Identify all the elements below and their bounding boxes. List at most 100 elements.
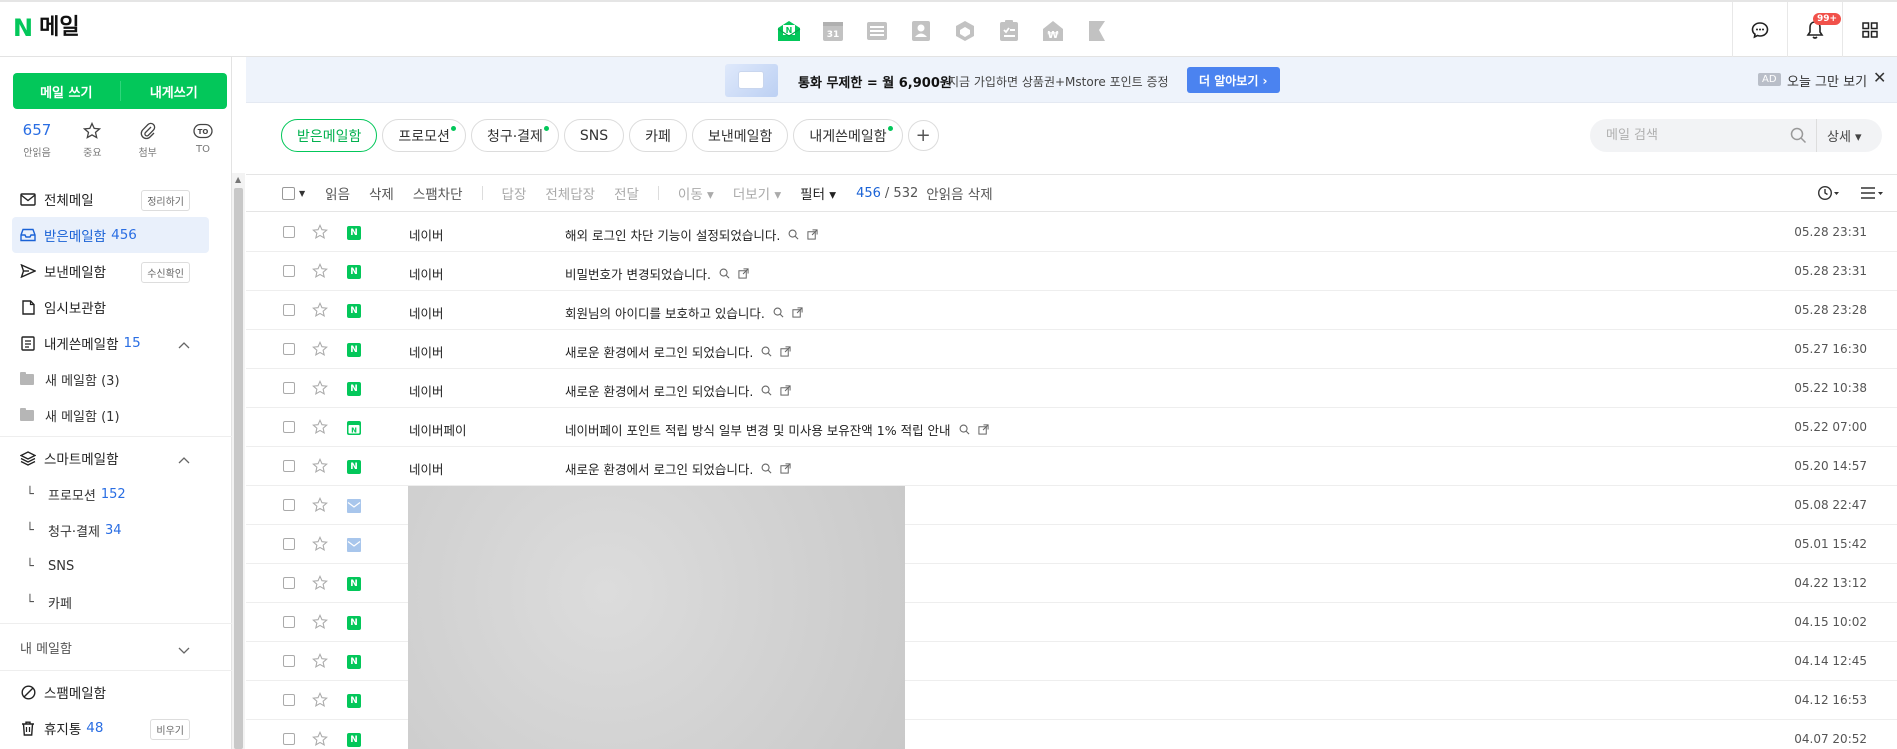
bookmark-app-icon[interactable]	[1084, 18, 1110, 44]
chevron-up-icon[interactable]	[178, 337, 190, 353]
delete-button[interactable]: 삭제	[369, 183, 394, 203]
smart-promotion[interactable]: └ 프로모션 152	[0, 476, 232, 512]
mail-row[interactable]: N 네이버페이 네이버페이 포인트 적립 방식 일부 변경 및 미사용 보유잔액 1…	[246, 408, 1897, 447]
sidebar-scrollbar[interactable]: ▲	[232, 173, 245, 749]
smart-billing[interactable]: └ 청구·결제 34	[0, 512, 232, 548]
tab-sent[interactable]: 보낸메일함	[691, 119, 789, 152]
nav-inbox[interactable]: 받은메일함 456	[12, 217, 209, 253]
search-detail-button[interactable]: 상세 ▾	[1816, 119, 1862, 152]
write-self-button[interactable]: 내게쓰기	[121, 73, 228, 109]
mail-checkbox[interactable]	[283, 577, 295, 589]
forward-button[interactable]: 전달	[614, 183, 639, 203]
mail-subject[interactable]: 새로운 환경에서 로그인 되었습니다.	[565, 342, 791, 361]
mark-read-button[interactable]: 읽음	[325, 183, 350, 203]
quick-important[interactable]: 중요	[68, 121, 116, 159]
star-icon[interactable]	[312, 458, 328, 477]
open-new-window-icon[interactable]	[792, 307, 803, 318]
nav-drafts[interactable]: 임시보관함	[0, 289, 232, 325]
open-new-window-icon[interactable]	[780, 463, 791, 474]
star-icon[interactable]	[312, 692, 328, 711]
nav-self-mail[interactable]: 내게쓴메일함 15	[0, 325, 232, 361]
open-new-window-icon[interactable]	[780, 346, 791, 357]
open-new-window-icon[interactable]	[807, 229, 818, 240]
mail-checkbox[interactable]	[283, 226, 295, 238]
subfolder-new-2[interactable]: 새 메일함 (1)	[0, 397, 232, 433]
mail-subject[interactable]: 네이버페이 포인트 적립 방식 일부 변경 및 미사용 보유잔액 1% 적립 안…	[565, 420, 989, 439]
move-button[interactable]: 이동 ▾	[678, 183, 714, 203]
preview-search-icon[interactable]	[719, 268, 730, 279]
notification-button[interactable]: 99+	[1787, 2, 1842, 57]
ad-learn-more-button[interactable]: 더 알아보기 ›	[1187, 67, 1280, 93]
sort-clock-icon[interactable]	[1817, 185, 1841, 205]
tab-billing[interactable]: 청구·결제	[470, 119, 559, 152]
select-all-checkbox[interactable]	[282, 186, 295, 200]
mail-checkbox[interactable]	[283, 265, 295, 277]
mail-checkbox[interactable]	[283, 499, 295, 511]
mail-sender[interactable]: 네이버페이	[409, 420, 467, 439]
empty-trash-button[interactable]: 비우기	[150, 719, 190, 740]
read-receipt-button[interactable]: 수신확인	[141, 262, 190, 283]
ad-banner[interactable]: 통화 무제한 = 월 6,900원 지금 가입하면 상품권+Mstore 포인트…	[246, 57, 1897, 103]
view-list-icon[interactable]	[1859, 185, 1885, 205]
smart-cafe[interactable]: └ 카페	[0, 584, 232, 620]
mail-subject[interactable]: 회원님의 아이디를 보호하고 있습니다.	[565, 303, 803, 322]
mail-subject[interactable]: 해외 로그인 차단 기능이 설정되었습니다.	[565, 225, 818, 244]
ad-dismiss-today[interactable]: 오늘 그만 보기	[1787, 71, 1867, 90]
mail-sender[interactable]: 네이버	[409, 342, 444, 361]
quick-unread[interactable]: 657 안읽음	[13, 121, 61, 159]
star-icon[interactable]	[312, 497, 328, 516]
mail-row[interactable]: N 네이버 새로운 환경에서 로그인 되었습니다. 05.22 10:38	[246, 369, 1897, 408]
drive-box-app-icon[interactable]	[952, 18, 978, 44]
nav-smart-mailbox[interactable]: 스마트메일함	[0, 440, 232, 476]
nav-all-mail[interactable]: 전체메일 정리하기	[0, 181, 232, 217]
address-book-app-icon[interactable]	[908, 18, 934, 44]
pay-app-icon[interactable]: ₩	[1040, 18, 1066, 44]
mail-checkbox[interactable]	[283, 655, 295, 667]
tab-inbox[interactable]: 받은메일함	[281, 119, 378, 152]
talk-button[interactable]	[1732, 2, 1787, 57]
more-button[interactable]: 더보기 ▾	[733, 183, 781, 203]
filter-button[interactable]: 필터 ▾	[800, 183, 836, 203]
open-new-window-icon[interactable]	[780, 385, 791, 396]
nav-trash[interactable]: 휴지통 48 비우기	[0, 710, 232, 746]
mail-row[interactable]: N 네이버 해외 로그인 차단 기능이 설정되었습니다. 05.28 23:31	[246, 213, 1897, 252]
smart-sns[interactable]: └ SNS	[0, 548, 232, 584]
mail-subject[interactable]: 비밀번호가 변경되었습니다.	[565, 264, 749, 283]
mail-sender[interactable]: 네이버	[409, 381, 444, 400]
write-mail-button[interactable]: 메일 쓰기	[13, 73, 120, 109]
reply-button[interactable]: 답장	[502, 183, 527, 203]
todo-app-icon[interactable]	[996, 18, 1022, 44]
star-icon[interactable]	[312, 380, 328, 399]
mail-checkbox[interactable]	[283, 382, 295, 394]
mail-row[interactable]: N 네이버 비밀번호가 변경되었습니다. 05.28 23:31	[246, 252, 1897, 291]
nav-spam[interactable]: 스팸메일함	[0, 674, 232, 710]
open-new-window-icon[interactable]	[738, 268, 749, 279]
star-icon[interactable]	[312, 419, 328, 438]
star-icon[interactable]	[312, 653, 328, 672]
naver-mail-logo[interactable]: N 메일	[13, 14, 80, 42]
preview-search-icon[interactable]	[773, 307, 784, 318]
mail-sender[interactable]: 네이버	[409, 459, 444, 478]
delete-unread-button[interactable]: 안읽음 삭제	[926, 183, 992, 203]
reply-all-button[interactable]: 전체답장	[545, 183, 595, 203]
star-icon[interactable]	[312, 302, 328, 321]
mail-checkbox[interactable]	[283, 343, 295, 355]
star-icon[interactable]	[312, 536, 328, 555]
mail-subject[interactable]: 새로운 환경에서 로그인 되었습니다.	[565, 381, 791, 400]
mail-app-icon[interactable]: N	[776, 18, 802, 44]
mail-checkbox[interactable]	[283, 538, 295, 550]
chevron-down-icon[interactable]	[178, 643, 190, 658]
mail-sender[interactable]: 네이버	[409, 264, 444, 283]
quick-to-me[interactable]: TO TO	[179, 121, 227, 159]
tab-cafe[interactable]: 카페	[629, 119, 687, 152]
tab-self-mail[interactable]: 내게쓴메일함	[793, 119, 903, 152]
preview-search-icon[interactable]	[761, 463, 772, 474]
mail-checkbox[interactable]	[283, 733, 295, 745]
star-icon[interactable]	[312, 614, 328, 633]
preview-search-icon[interactable]	[761, 346, 772, 357]
nav-sent[interactable]: 보낸메일함 수신확인	[0, 253, 232, 289]
subfolder-new-1[interactable]: 새 메일함 (3)	[0, 361, 232, 397]
my-mailbox-section[interactable]: 내 메일함	[0, 627, 232, 667]
scroll-up-arrow-icon[interactable]: ▲	[235, 175, 241, 184]
open-new-window-icon[interactable]	[977, 424, 989, 435]
